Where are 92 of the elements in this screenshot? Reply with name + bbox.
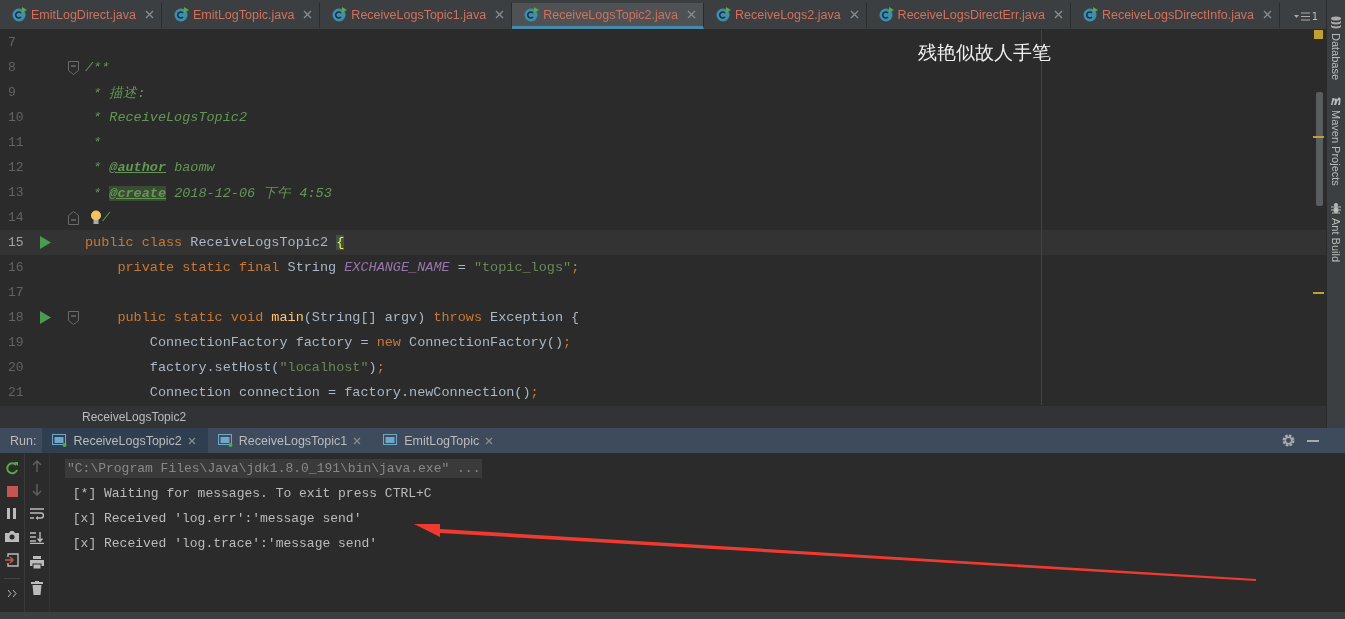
- line-number: 7: [7, 35, 17, 50]
- code-line: private static final String EXCHANGE_NAME = "topic_logs";: [116, 260, 580, 275]
- error-stripe-mark: [1313, 292, 1324, 294]
- maven-icon: [1329, 96, 1343, 107]
- line-number: 11: [7, 135, 25, 150]
- line-number: 13: [7, 185, 25, 200]
- editor-tab[interactable]: ReceiveLogs2.java: [704, 3, 867, 29]
- more-icon[interactable]: [7, 590, 17, 597]
- camera-icon[interactable]: [5, 530, 19, 542]
- trash-icon[interactable]: [31, 581, 43, 595]
- console-output: [*] Waiting for messages. To exit press CTRL+C: [71, 486, 432, 501]
- code-line: /**: [85, 60, 110, 75]
- scroll-to-end-icon[interactable]: [30, 532, 44, 544]
- editor-tab[interactable]: EmitLogDirect.java: [0, 3, 162, 29]
- code-line: *: [92, 135, 102, 150]
- close-icon[interactable]: [1263, 10, 1273, 19]
- fold-icon[interactable]: [68, 60, 79, 75]
- editor-tab[interactable]: EmitLogTopic.java: [161, 3, 321, 29]
- line-number: 14: [7, 210, 25, 225]
- lightbulb-icon[interactable]: [90, 210, 102, 225]
- exit-icon[interactable]: [5, 553, 19, 567]
- stop-icon[interactable]: [6, 486, 18, 497]
- warning-marker: [1314, 30, 1323, 39]
- class-file-icon: [12, 7, 27, 22]
- close-icon[interactable]: [849, 10, 859, 19]
- class-file-icon: [716, 7, 731, 22]
- line-number: 15: [7, 235, 25, 250]
- code-line: /: [102, 210, 111, 225]
- minimize-icon[interactable]: [1307, 439, 1319, 442]
- code-line: public class ReceiveLogsTopic2 {: [85, 235, 345, 250]
- settings-icon[interactable]: [1282, 434, 1295, 447]
- close-icon[interactable]: [187, 436, 196, 445]
- scrollbar-thumb[interactable]: [1316, 92, 1323, 206]
- line-number: 16: [7, 260, 25, 275]
- error-stripe-mark: [1313, 136, 1324, 138]
- console-output: [x] Received 'log.trace':'message send': [71, 536, 378, 551]
- console-command: "C:\Program Files\Java\jdk1.8.0_191\bin\java.exe" ...: [65, 459, 483, 478]
- line-number: 12: [7, 160, 25, 175]
- tool-window-button[interactable]: Database: [1330, 16, 1342, 81]
- soft-wrap-icon[interactable]: [30, 508, 44, 520]
- code-line: public static void main(String[] argv) throws Exception {: [116, 310, 580, 325]
- class-file-icon: [332, 7, 348, 22]
- close-icon[interactable]: [353, 436, 362, 445]
- line-number: 20: [7, 360, 25, 375]
- pause-icon[interactable]: [7, 508, 17, 519]
- print-icon[interactable]: [30, 556, 44, 569]
- line-number: 10: [7, 110, 25, 125]
- editor-tab[interactable]: ReceiveLogsDirectErr.java: [866, 3, 1071, 29]
- line-number: 17: [7, 285, 25, 300]
- code-line: factory.setHost("localhost");: [148, 360, 385, 375]
- run-panel-title: Run:: [9, 433, 38, 448]
- run-icon[interactable]: [40, 236, 51, 249]
- run-tab[interactable]: ReceiveLogsTopic1: [207, 428, 374, 453]
- list-icon: [1293, 11, 1310, 21]
- close-icon[interactable]: [1053, 10, 1063, 19]
- ant-icon: [1330, 201, 1342, 214]
- overlay-caption: 残艳似故人手笔: [918, 40, 1051, 65]
- class-file-icon: [878, 7, 894, 22]
- class-file-icon: [1082, 7, 1098, 22]
- close-icon[interactable]: [687, 10, 696, 19]
- line-number: 9: [7, 85, 17, 100]
- code-line: Connection connection = factory.newConnection();: [148, 385, 539, 400]
- line-number: 8: [7, 60, 17, 75]
- run-icon[interactable]: [40, 311, 51, 324]
- class-file-icon: [173, 7, 189, 22]
- console-output: [x] Received 'log.err':'message send': [71, 511, 362, 526]
- tool-window-button[interactable]: Ant Build: [1330, 201, 1342, 262]
- class-file-icon: [524, 7, 540, 22]
- code-line: ConnectionFactory factory = new ConnectionFactory();: [148, 335, 572, 350]
- line-number: 19: [7, 335, 25, 350]
- code-line: * 描述:: [92, 84, 146, 102]
- rerun-icon[interactable]: [5, 461, 19, 475]
- database-icon: [1330, 16, 1342, 29]
- code-line: * @create 2018-12-06 下午 4:53: [92, 184, 332, 202]
- run-tab[interactable]: ReceiveLogsTopic2: [42, 428, 208, 453]
- close-icon[interactable]: [485, 436, 494, 445]
- close-icon[interactable]: [303, 10, 313, 19]
- line-number: 21: [7, 385, 25, 400]
- line-number: 18: [7, 310, 25, 325]
- fold-icon[interactable]: [68, 210, 79, 225]
- tab-list-button[interactable]: 1: [1293, 3, 1326, 29]
- code-line: * ReceiveLogsTopic2: [92, 110, 248, 125]
- code-line: * @author baomw: [92, 160, 215, 175]
- down-arrow-icon[interactable]: [32, 484, 42, 496]
- tool-window-button[interactable]: Maven Projects: [1329, 96, 1343, 186]
- breadcrumb[interactable]: ReceiveLogsTopic2: [82, 410, 187, 424]
- run-tab[interactable]: EmitLogTopic: [373, 428, 506, 453]
- up-arrow-icon[interactable]: [32, 460, 42, 472]
- close-icon[interactable]: [144, 10, 154, 19]
- editor-tab[interactable]: ReceiveLogsDirectInfo.java: [1070, 3, 1281, 29]
- fold-icon[interactable]: [68, 310, 79, 325]
- close-icon[interactable]: [495, 10, 505, 19]
